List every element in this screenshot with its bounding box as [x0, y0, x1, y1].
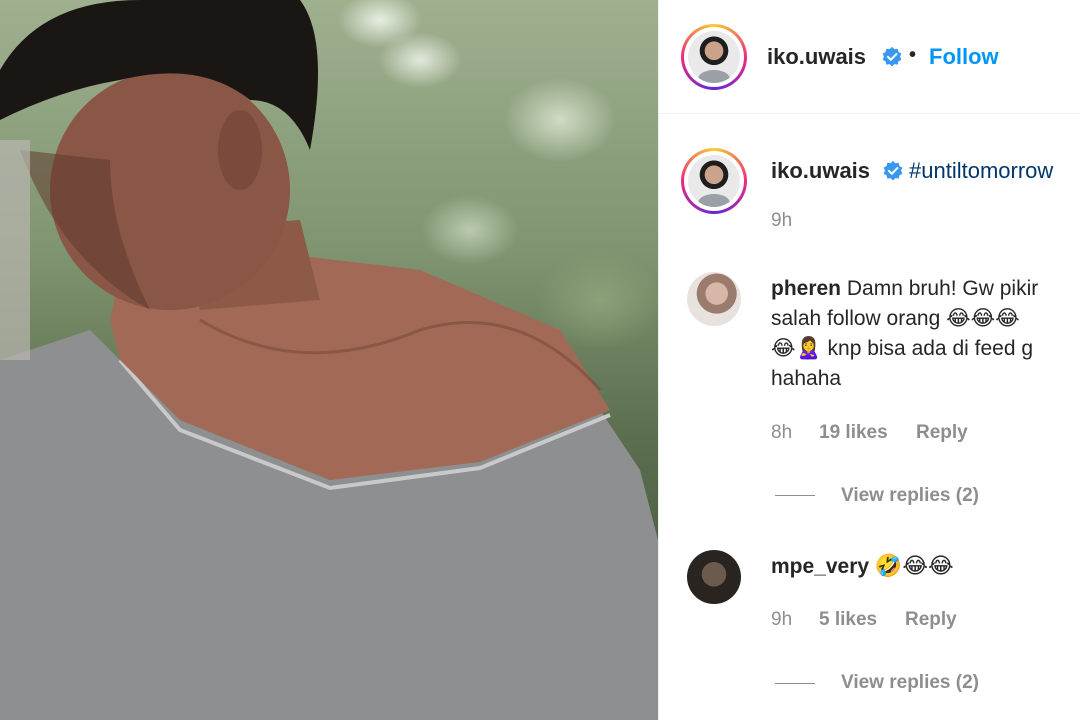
comment-reply-button[interactable]: Reply — [905, 609, 957, 631]
comment-reply-button[interactable]: Reply — [916, 422, 968, 444]
caption-hashtag-link[interactable]: #untiltomorrow — [909, 158, 1053, 184]
caption-author-avatar[interactable] — [681, 148, 747, 214]
replies-divider — [775, 495, 815, 496]
post-header: iko.uwais • Follow — [659, 0, 1080, 114]
separator-dot: • — [909, 44, 917, 66]
view-replies-button[interactable]: View replies (2) — [841, 485, 979, 507]
comment-username[interactable]: pheren — [771, 277, 841, 300]
verified-badge-icon — [882, 46, 902, 67]
author-avatar[interactable] — [681, 24, 747, 90]
post-details-panel: iko.uwais • Follow iko.uwais #untiltomor… — [658, 0, 1080, 720]
caption-author-username[interactable]: iko.uwais — [771, 158, 870, 184]
post-photo[interactable] — [0, 0, 658, 720]
replies-divider — [775, 683, 815, 684]
comment-text-line: hahaha — [771, 367, 842, 390]
follow-button[interactable]: Follow — [929, 44, 999, 70]
comment-pheren: pheren Damn bruh! Gw pikir salah follow … — [771, 274, 1080, 394]
post-photo-illustration — [0, 0, 658, 720]
view-replies-button[interactable]: View replies (2) — [841, 672, 979, 694]
comment-username[interactable]: mpe_very — [771, 555, 869, 578]
comment-avatar-pheren[interactable] — [687, 272, 741, 326]
comment-mpe-very: mpe_very 🤣😂😂 — [771, 552, 1080, 582]
comment-likes-count[interactable]: 5 likes — [819, 609, 877, 631]
comment-text-line: Damn bruh! Gw pikir — [846, 277, 1039, 300]
comment-timestamp[interactable]: 8h — [771, 422, 792, 444]
comment-timestamp[interactable]: 9h — [771, 609, 792, 631]
comment-text: 🤣😂😂 — [874, 554, 954, 579]
verified-badge-icon — [883, 160, 903, 181]
author-username[interactable]: iko.uwais — [767, 44, 866, 70]
comment-text-line: 😂🙎‍♀️ knp bisa ada di feed g — [771, 337, 1034, 360]
comment-text-line: salah follow orang 😂😂😂 — [771, 307, 1020, 330]
instagram-post-view: iko.uwais • Follow iko.uwais #untiltomor… — [0, 0, 1080, 720]
comment-avatar-mpe-very[interactable] — [687, 550, 741, 604]
comment-likes-count[interactable]: 19 likes — [819, 422, 888, 444]
caption-timestamp[interactable]: 9h — [771, 210, 792, 232]
